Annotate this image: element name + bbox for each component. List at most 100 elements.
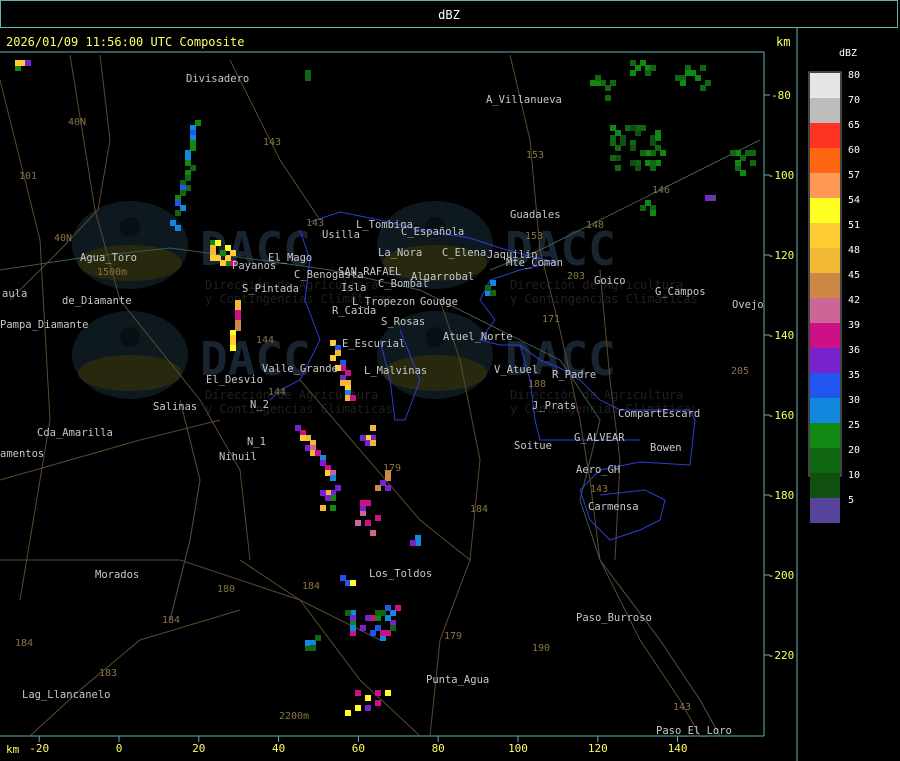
route-label: 144 (256, 335, 274, 346)
echo-pixel (370, 630, 376, 636)
route-label: 2200m (279, 711, 309, 722)
place-label: La_Nora (378, 247, 422, 259)
x-tick-label: 100 (508, 742, 528, 755)
legend-label: 35 (848, 370, 860, 381)
place-label: Punta_Agua (426, 674, 489, 686)
legend-swatch (810, 123, 840, 148)
route-label: 184 (470, 504, 488, 515)
route-label: 148 (586, 220, 604, 231)
place-label: Isla (341, 282, 366, 294)
place-label: SAN_RAFAEL (338, 266, 401, 278)
place-label: Guadales (510, 209, 561, 221)
legend-label: 10 (848, 470, 860, 481)
x-tick-label: 60 (352, 742, 365, 755)
route-label: 203 (567, 271, 585, 282)
echo-pixel (750, 150, 756, 156)
route-label: 184 (15, 638, 33, 649)
echo-pixel (350, 395, 356, 401)
echo-pixel (485, 285, 491, 291)
x-tick-label: 20 (192, 742, 205, 755)
place-label: E_Escurial (342, 338, 405, 350)
place-label: L_Malvinas (364, 365, 427, 377)
route-label: 1500m (97, 267, 127, 278)
place-label: Goudge (420, 296, 458, 308)
y-tick-label: -120 (768, 249, 795, 262)
place-label: Paso_Burroso (576, 612, 652, 624)
y-tick-label: -180 (768, 489, 795, 502)
legend-swatch (810, 198, 840, 223)
place-label: CompartEscard (618, 408, 700, 420)
place-label: A_Villanueva (486, 94, 562, 106)
legend-swatch (810, 323, 840, 348)
legend-label: 42 (848, 295, 860, 306)
legend-swatch (810, 348, 840, 373)
place-label: Morados (95, 569, 139, 581)
place-label: amentos (0, 448, 44, 460)
y-tick-label: -160 (768, 409, 795, 422)
route-label: 143 (306, 218, 324, 229)
echo-pixel (350, 615, 356, 621)
place-label: El_Desvio (206, 374, 263, 386)
echo-pixel (230, 345, 236, 351)
route-label: 101 (19, 171, 37, 182)
echo-pixel (360, 625, 366, 631)
legend-label: 45 (848, 270, 860, 281)
echo-pixel (610, 140, 616, 146)
y-tick-label: -200 (768, 569, 795, 582)
place-label: Agua_Toro (80, 252, 137, 264)
y-tick-label: -100 (768, 169, 795, 182)
x-tick-label: 40 (272, 742, 285, 755)
echo-pixel (410, 540, 416, 546)
legend-swatch (810, 173, 840, 198)
place-label: Ovejo (732, 299, 764, 311)
x-tick-label: -20 (29, 742, 49, 755)
place-label: C_Bombal (378, 278, 429, 290)
place-label: Salinas (153, 401, 197, 413)
legend-label: 39 (848, 320, 860, 331)
echo-pixel (375, 700, 381, 706)
radar-map[interactable]: DACCDirección de Agriculturay Contingenc… (0, 0, 900, 761)
echo-pixel (370, 425, 376, 431)
echo-pixel (330, 355, 336, 361)
echo-pixel (690, 70, 696, 76)
echo-pixel (365, 520, 371, 526)
legend-label: 51 (848, 220, 860, 231)
place-label: R_Caida (332, 305, 376, 317)
place-label: S_Rosas (381, 316, 425, 328)
echo-pixel (655, 130, 661, 136)
place-label: Lag_Llancanelo (22, 689, 111, 701)
echo-pixel (220, 250, 226, 256)
echo-pixel (355, 520, 361, 526)
route-label: 143 (263, 137, 281, 148)
echo-pixel (750, 160, 756, 166)
echo-pixel (635, 65, 641, 71)
legend-swatch (810, 248, 840, 273)
route-label: 40N (68, 117, 86, 128)
legend-label: 48 (848, 245, 860, 256)
legend-label: 57 (848, 170, 860, 181)
place-label: Valle_Grande (262, 363, 338, 375)
echo-pixel (370, 440, 376, 446)
place-label: Mte_Coman (506, 257, 563, 269)
legend-swatch (810, 373, 840, 398)
legend-swatch (810, 498, 840, 523)
place-label: de_Diamante (62, 295, 132, 307)
echo-pixel (610, 155, 616, 161)
x-tick-label: 140 (668, 742, 688, 755)
y-axis-ticks: -80 -100 -120 -140 -160 -180 -200 -220 (764, 89, 794, 662)
legend-label: 25 (848, 420, 860, 431)
y-tick-label: -140 (768, 329, 795, 342)
radar-window: dBZ 2026/01/09 11:56:00 UTC Composite km… (0, 0, 900, 761)
place-label: Goico (594, 275, 626, 287)
legend-label: 80 (848, 70, 860, 81)
x-tick-label: 120 (588, 742, 608, 755)
x-tick-label: 80 (432, 742, 445, 755)
route-label: 205 (731, 366, 749, 377)
echo-pixel (375, 610, 381, 616)
echo-pixel (175, 225, 181, 231)
echo-pixel (650, 160, 656, 166)
echo-pixel (350, 580, 356, 586)
echo-pixel (370, 530, 376, 536)
legend-label: 20 (848, 445, 860, 456)
echo-pixel (390, 625, 396, 631)
